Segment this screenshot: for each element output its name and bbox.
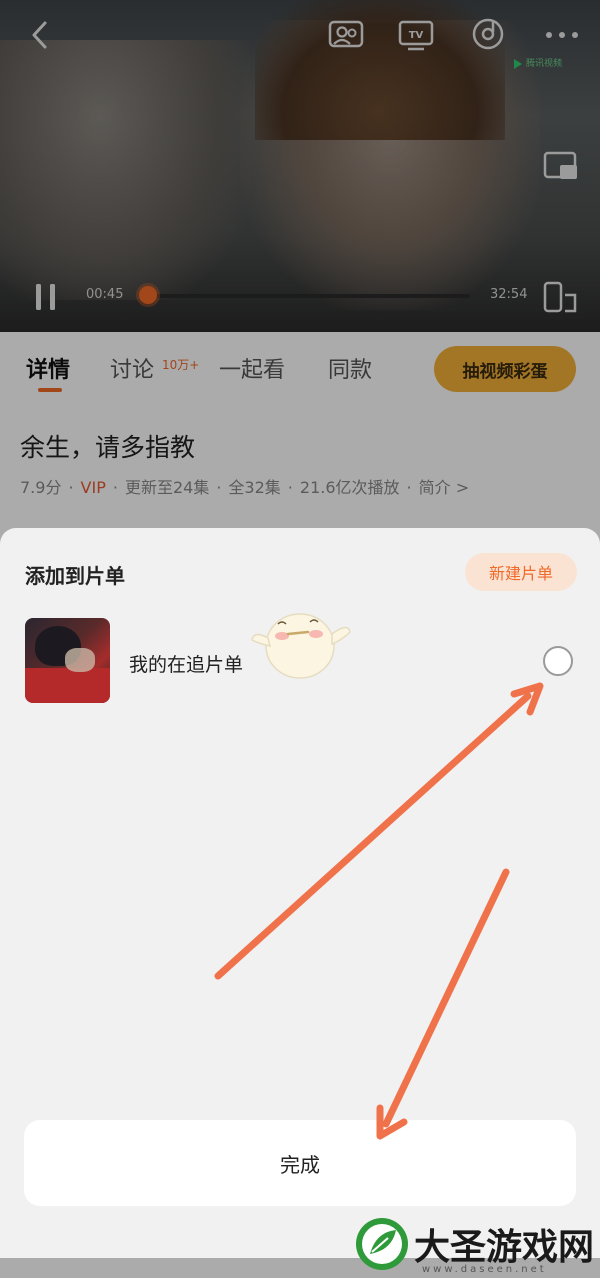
site-url: www.daseen.net — [422, 1264, 547, 1275]
video-player[interactable]: TV 腾讯视频 00:45 32:54 — [0, 0, 600, 332]
sheet-title: 添加到片单 — [25, 564, 125, 588]
update-status: 更新至24集 — [124, 478, 210, 497]
pause-icon[interactable] — [30, 280, 62, 314]
show-meta: 7.9分 · VIP · 更新至24集 · 全32集 · 21.6亿次播放 · 简介 > — [20, 478, 470, 497]
progress-knob[interactable] — [139, 286, 157, 304]
video-easter-egg-button[interactable]: 抽视频彩蛋 — [434, 346, 576, 392]
discussion-count-badge: 10万+ — [162, 358, 200, 372]
player-topbar: TV — [0, 0, 600, 70]
new-list-button[interactable]: 新建片单 — [465, 553, 577, 591]
current-time: 00:45 — [86, 287, 124, 302]
active-tab-indicator — [38, 388, 62, 392]
progress-track[interactable] — [148, 294, 470, 298]
svg-text:TV: TV — [409, 30, 424, 41]
show-title: 余生，请多指教 — [20, 433, 196, 462]
list-select-radio[interactable] — [543, 646, 573, 676]
site-logo-icon — [354, 1216, 410, 1272]
watermark-text: 腾讯视频 — [526, 59, 563, 69]
video-watermark: 腾讯视频 — [512, 56, 574, 72]
tab-discussion[interactable]: 讨论 — [110, 352, 154, 384]
site-name: 大圣游戏网 — [414, 1226, 595, 1268]
episode-total: 全32集 — [228, 478, 281, 497]
watch-together-icon[interactable] — [328, 18, 364, 52]
total-time: 32:54 — [490, 287, 528, 302]
rotate-fullscreen-icon[interactable] — [540, 280, 580, 316]
site-watermark: 大圣游戏网 www.daseen.net — [350, 1212, 600, 1278]
more-icon[interactable] — [544, 22, 580, 48]
tab-details[interactable]: 详情 — [26, 352, 70, 384]
intro-link[interactable]: 简介 > — [419, 478, 470, 497]
done-button[interactable]: 完成 — [24, 1120, 576, 1206]
back-icon[interactable] — [24, 20, 54, 50]
play-count: 21.6亿次播放 — [299, 478, 400, 497]
vip-badge: VIP — [80, 478, 106, 497]
tab-similar[interactable]: 同款 — [328, 352, 372, 384]
show-score: 7.9分 — [20, 478, 62, 497]
pip-icon[interactable] — [542, 150, 580, 182]
tab-watch-together[interactable]: 一起看 — [219, 352, 285, 384]
audio-mode-icon[interactable] — [470, 16, 506, 52]
app-root: TV 腾讯视频 00:45 32:54 详情 讨论 10万+ 一起看 同款 抽视… — [0, 0, 600, 1278]
list-thumbnail — [25, 618, 110, 703]
video-frame-left — [0, 40, 250, 300]
detail-tabs: 详情 讨论 10万+ 一起看 同款 抽视频彩蛋 — [0, 332, 600, 402]
mascot-sticker — [248, 600, 352, 684]
tv-cast-icon[interactable]: TV — [398, 18, 434, 52]
list-name: 我的在追片单 — [129, 654, 244, 676]
